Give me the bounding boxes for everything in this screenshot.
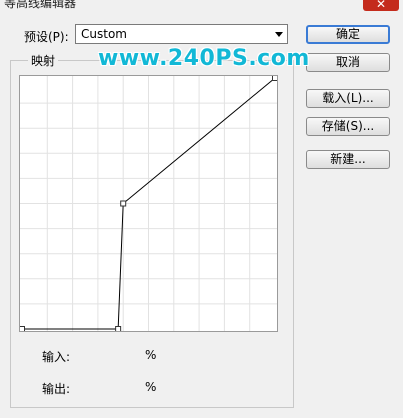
output-label: 输出:: [42, 382, 71, 396]
curve-control-point[interactable]: [19, 326, 25, 332]
output-unit: %: [145, 380, 157, 394]
close-icon[interactable]: ✕: [376, 0, 386, 11]
contour-graph[interactable]: [19, 75, 278, 332]
title-bar: 等高线编辑器 ✕: [0, 0, 403, 13]
preset-label: 预设(P):: [24, 30, 69, 44]
curve-canvas[interactable]: [19, 75, 278, 332]
input-unit: %: [145, 348, 157, 362]
watermark: www.240PS.com: [98, 46, 310, 71]
new-button[interactable]: 新建...: [306, 150, 390, 169]
window-title: 等高线编辑器: [4, 0, 77, 10]
input-label: 输入:: [42, 350, 71, 364]
preset-select[interactable]: Custom: [75, 24, 288, 44]
preset-value[interactable]: Custom: [81, 27, 127, 41]
curve-control-point[interactable]: [272, 75, 278, 81]
chevron-down-icon[interactable]: [275, 32, 283, 37]
cancel-button[interactable]: 取消: [306, 53, 390, 72]
mapping-legend: 映射: [28, 52, 59, 69]
curve-control-point[interactable]: [115, 326, 122, 332]
save-button[interactable]: 存储(S)...: [306, 117, 390, 136]
curve-control-point[interactable]: [120, 200, 127, 207]
load-button[interactable]: 载入(L)...: [306, 89, 390, 108]
ok-button[interactable]: 确定: [306, 25, 390, 44]
close-button[interactable]: ✕: [363, 0, 399, 11]
